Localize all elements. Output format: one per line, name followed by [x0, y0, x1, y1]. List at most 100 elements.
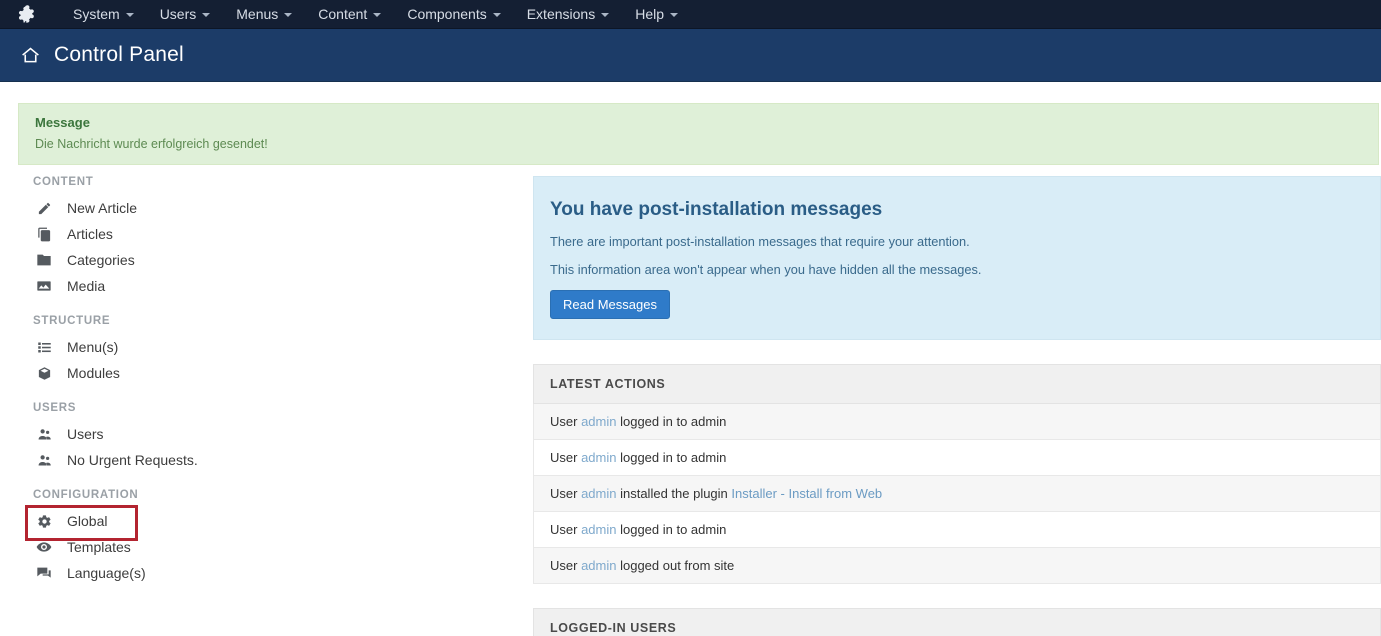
row-text-mid: logged out from site	[616, 558, 734, 573]
row-text-mid: logged in to admin	[616, 450, 726, 465]
latest-actions-heading: LATEST ACTIONS	[533, 364, 1381, 404]
nav-label: Content	[318, 0, 367, 29]
sidebar-item-label: Media	[67, 278, 105, 294]
chevron-down-icon	[373, 13, 381, 17]
post-installation-panel: You have post-installation messages Ther…	[533, 176, 1381, 340]
sidebar-item-new-article[interactable]: New Article	[33, 195, 520, 221]
info-panel-line-2: This information area won't appear when …	[550, 262, 1360, 277]
page-title: Control Panel	[54, 43, 184, 67]
read-messages-button[interactable]: Read Messages	[550, 290, 670, 319]
row-text-pre: User	[550, 558, 581, 573]
copy-icon	[33, 225, 55, 243]
nav-label: Components	[407, 0, 486, 29]
nav-item-content[interactable]: Content	[305, 0, 394, 29]
top-navigation-bar: System Users Menus Content Components Ex…	[0, 0, 1381, 29]
pencil-icon	[33, 199, 55, 217]
sidebar-item-label: No Urgent Requests.	[67, 452, 198, 468]
latest-actions-card: LATEST ACTIONS User admin logged in to a…	[533, 364, 1381, 584]
nav-item-components[interactable]: Components	[394, 0, 513, 29]
nav-label: Users	[160, 0, 197, 29]
sidebar-item-label: New Article	[67, 200, 137, 216]
chevron-down-icon	[493, 13, 501, 17]
row-text-pre: User	[550, 522, 581, 537]
eye-icon	[33, 538, 55, 556]
table-row: User admin logged in to admin	[533, 440, 1381, 476]
sidebar-item-modules[interactable]: Modules	[33, 360, 520, 386]
users-icon	[33, 451, 55, 469]
nav-item-extensions[interactable]: Extensions	[514, 0, 622, 29]
alert-title: Message	[35, 115, 1362, 130]
alert-message-text: Die Nachricht wurde erfolgreich gesendet…	[35, 137, 1362, 151]
gear-icon	[33, 512, 55, 530]
plugin-link[interactable]: Installer - Install from Web	[731, 486, 882, 501]
table-row: User admin logged out from site	[533, 548, 1381, 584]
sidebar-item-languages[interactable]: Language(s)	[33, 560, 520, 586]
image-icon	[33, 277, 55, 295]
info-panel-line-1: There are important post-installation me…	[550, 234, 1360, 249]
row-text-mid: logged in to admin	[616, 414, 726, 429]
sidebar-item-menus[interactable]: Menu(s)	[33, 334, 520, 360]
chevron-down-icon	[284, 13, 292, 17]
table-row: User admin installed the plugin Installe…	[533, 476, 1381, 512]
sidebar: CONTENT New Article Articles Categories	[0, 176, 520, 586]
chevron-down-icon	[670, 13, 678, 17]
chevron-down-icon	[601, 13, 609, 17]
comments-icon	[33, 564, 55, 582]
nav-label: Help	[635, 0, 664, 29]
home-icon	[20, 45, 41, 66]
user-link[interactable]: admin	[581, 414, 616, 429]
control-panel-page: System Users Menus Content Components Ex…	[0, 0, 1381, 636]
sidebar-item-global[interactable]: Global	[33, 508, 520, 534]
cube-icon	[33, 364, 55, 382]
sidebar-item-categories[interactable]: Categories	[33, 247, 520, 273]
sidebar-item-label: Modules	[67, 365, 120, 381]
chevron-down-icon	[202, 13, 210, 17]
sidebar-item-templates[interactable]: Templates	[33, 534, 520, 560]
sidebar-item-articles[interactable]: Articles	[33, 221, 520, 247]
nav-item-users[interactable]: Users	[147, 0, 224, 29]
main-content: You have post-installation messages Ther…	[533, 176, 1381, 636]
sidebar-item-label: Language(s)	[67, 565, 146, 581]
sidebar-item-label: Categories	[67, 252, 135, 268]
nav-label: System	[73, 0, 120, 29]
sidebar-item-label: Menu(s)	[67, 339, 118, 355]
user-link[interactable]: admin	[581, 558, 616, 573]
user-link[interactable]: admin	[581, 522, 616, 537]
row-text-pre: User	[550, 450, 581, 465]
nav-item-system[interactable]: System	[60, 0, 147, 29]
user-link[interactable]: admin	[581, 450, 616, 465]
chevron-down-icon	[126, 13, 134, 17]
nav-label: Menus	[236, 0, 278, 29]
sidebar-group-title-users: USERS	[33, 402, 520, 414]
sidebar-group-title-structure: STRUCTURE	[33, 315, 520, 327]
info-panel-title: You have post-installation messages	[550, 199, 1360, 221]
nav-item-menus[interactable]: Menus	[223, 0, 305, 29]
sidebar-item-users[interactable]: Users	[33, 421, 520, 447]
message-alert: Message Die Nachricht wurde erfolgreich …	[18, 103, 1379, 165]
joomla-logo-icon[interactable]	[16, 3, 38, 25]
row-text-pre: User	[550, 414, 581, 429]
sidebar-group-title-content: CONTENT	[33, 176, 520, 188]
row-text-mid: installed the plugin	[616, 486, 731, 501]
sidebar-item-label: Global	[67, 513, 107, 529]
sidebar-item-media[interactable]: Media	[33, 273, 520, 299]
row-text-pre: User	[550, 486, 581, 501]
sidebar-group-title-configuration: CONFIGURATION	[33, 489, 520, 501]
sidebar-item-label: Articles	[67, 226, 113, 242]
users-icon	[33, 425, 55, 443]
row-text-mid: logged in to admin	[616, 522, 726, 537]
table-row: User admin logged in to admin	[533, 404, 1381, 440]
folder-icon	[33, 251, 55, 269]
body-content: CONTENT New Article Articles Categories	[0, 176, 1381, 636]
sidebar-item-no-urgent-requests[interactable]: No Urgent Requests.	[33, 447, 520, 473]
logged-in-users-heading: LOGGED-IN USERS	[533, 608, 1381, 636]
nav-label: Extensions	[527, 0, 595, 29]
logged-in-users-card: LOGGED-IN USERS	[533, 608, 1381, 636]
list-icon	[33, 338, 55, 356]
nav-item-help[interactable]: Help	[622, 0, 691, 29]
table-row: User admin logged in to admin	[533, 512, 1381, 548]
sidebar-item-label: Templates	[67, 539, 131, 555]
page-header: Control Panel	[0, 29, 1381, 82]
user-link[interactable]: admin	[581, 486, 616, 501]
sidebar-item-label: Users	[67, 426, 104, 442]
